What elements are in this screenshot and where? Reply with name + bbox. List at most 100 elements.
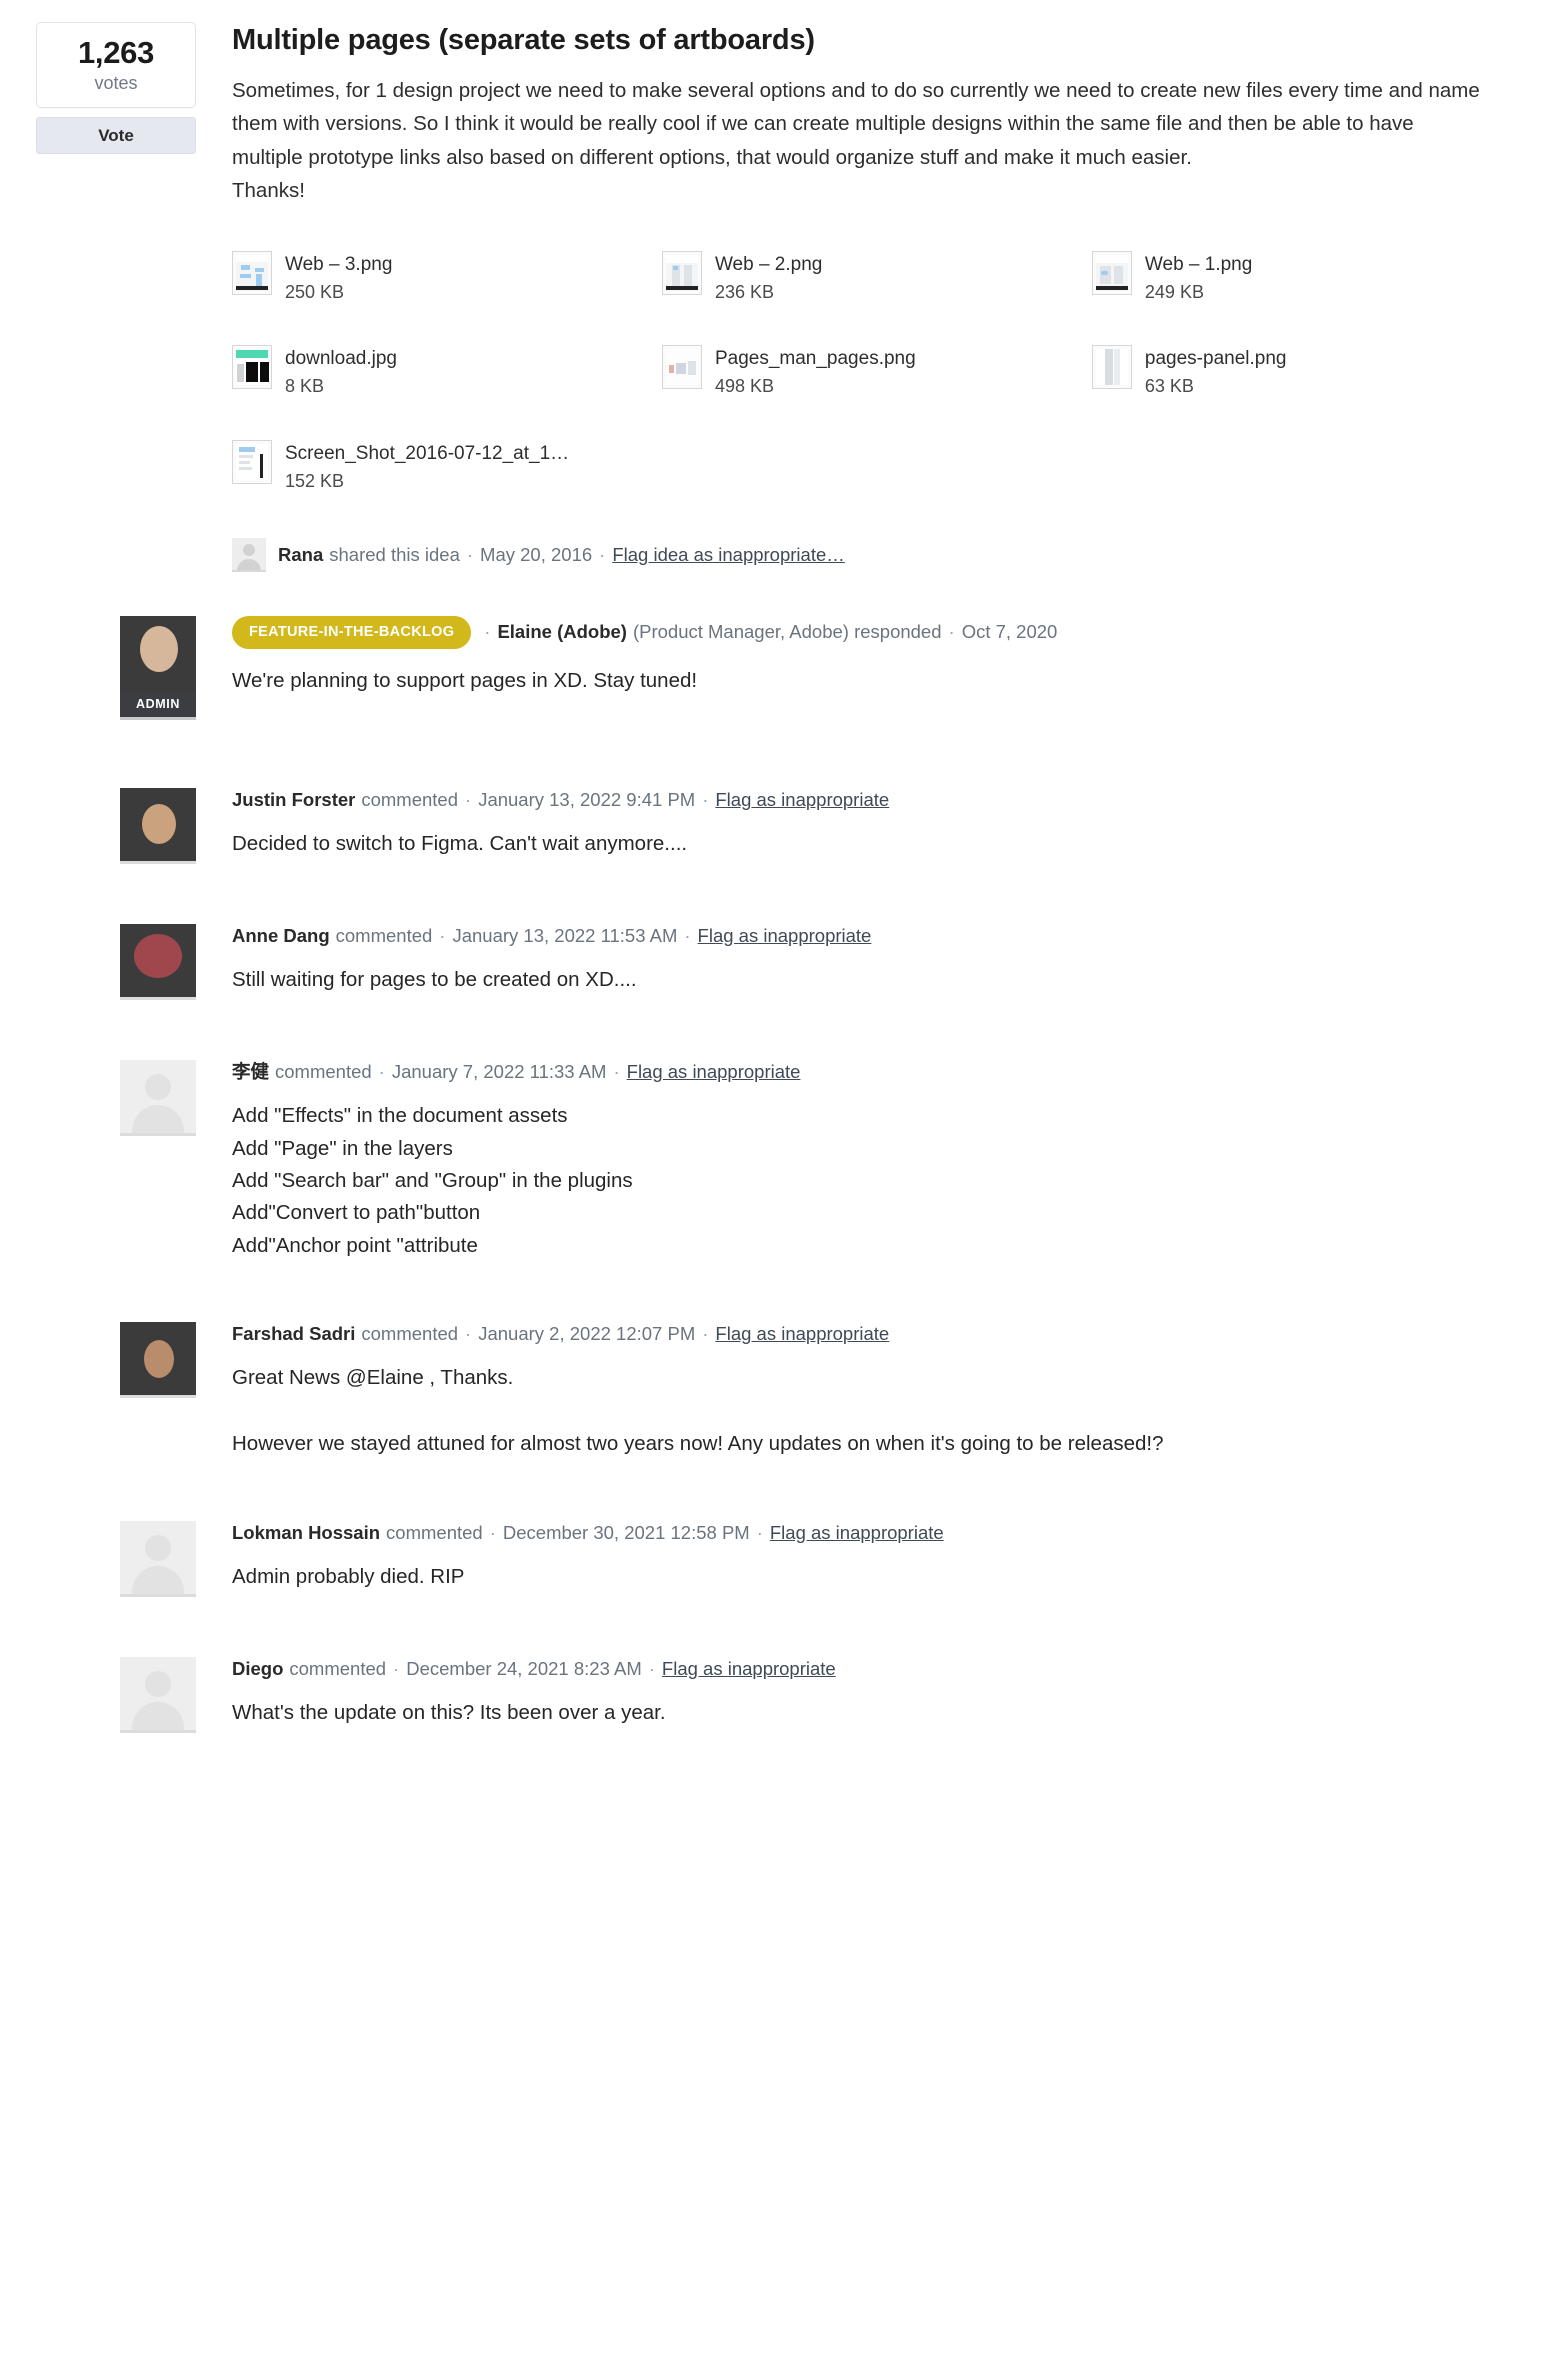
comment-author: Diego	[232, 1657, 284, 1679]
avatar	[120, 1656, 196, 1733]
comment-avatar-column	[0, 788, 232, 865]
flag-comment-link[interactable]: Flag as inappropriate	[627, 1060, 801, 1084]
attachment-name: Web – 3.png	[285, 254, 393, 276]
separator: ·	[684, 925, 691, 947]
separator: ·	[465, 1323, 472, 1345]
response-role: (Product Manager, Adobe) responded	[632, 621, 942, 643]
attachment-item[interactable]: pages-panel.png 63 KB	[1091, 345, 1522, 397]
idea-description-closing: Thanks!	[232, 178, 305, 202]
comment-date: January 13, 2022 11:53 AM	[452, 925, 678, 947]
comment-author: Farshad Sadri	[232, 1323, 356, 1345]
vote-button[interactable]: Vote	[36, 117, 196, 155]
attachment-size: 250 KB	[285, 281, 345, 302]
separator: ·	[465, 789, 472, 811]
attachment-thumbnail-web1	[1091, 251, 1132, 296]
comment-item: 李健 commented · January 7, 2022 11:33 AM …	[0, 1060, 1552, 1262]
comment-paragraph: However we stayed attuned for almost two…	[232, 1432, 1164, 1456]
comment-text: What's the update on this? Its been over…	[232, 1697, 1492, 1729]
flag-idea-link[interactable]: Flag idea as inappropriate…	[612, 544, 844, 566]
idea-detail-page: 1,263 votes Vote Multiple pages (separat…	[0, 0, 1552, 2356]
response-author: Elaine (Adobe)	[497, 621, 627, 643]
idea-description: Sometimes, for 1 design project we need …	[232, 74, 1482, 207]
attachment-item[interactable]: download.jpg 8 KB	[232, 345, 662, 397]
comment-action: commented	[361, 1323, 459, 1345]
response-paragraph: We're planning to support pages in XD. S…	[232, 668, 698, 692]
attachment-item[interactable]: Web – 3.png 250 KB	[232, 251, 662, 303]
page-title: Multiple pages (separate sets of artboar…	[232, 24, 815, 56]
separator: ·	[378, 1061, 385, 1083]
vote-count-box: 1,263 votes	[36, 22, 196, 109]
comment-paragraph: Add "Page" in the layers	[232, 1136, 453, 1160]
avatar	[232, 538, 266, 573]
comment-body: Anne Dang commented · January 13, 2022 1…	[232, 924, 1552, 996]
comment-paragraph: Admin probably died. RIP	[232, 1564, 465, 1588]
flag-comment-link[interactable]: Flag as inappropriate	[770, 1521, 944, 1545]
vote-label: votes	[94, 72, 138, 93]
separator: ·	[648, 1657, 655, 1679]
comment-text: Admin probably died. RIP	[232, 1561, 1492, 1593]
separator: ·	[466, 544, 474, 566]
comment-action: commented	[335, 925, 433, 947]
separator: ·	[439, 925, 446, 947]
comment-body: Diego commented · December 24, 2021 8:23…	[232, 1657, 1552, 1729]
attachment-name: Web – 1.png	[1144, 254, 1253, 276]
comment-paragraph: Great News @Elaine , Thanks.	[232, 1366, 514, 1390]
attachment-name: Pages_man_pages.png	[714, 348, 916, 370]
comment-date: December 24, 2021 8:23 AM	[406, 1657, 642, 1679]
admin-badge: ADMIN	[120, 692, 196, 721]
comment-author: Anne Dang	[232, 925, 330, 947]
attachment-size: 236 KB	[714, 281, 774, 302]
flag-comment-link[interactable]: Flag as inappropriate	[698, 924, 872, 948]
attachment-item[interactable]: Web – 2.png 236 KB	[661, 251, 1092, 303]
idea-description-text: Sometimes, for 1 design project we need …	[232, 79, 1480, 169]
avatar	[120, 1060, 196, 1137]
attachment-size: 63 KB	[1144, 376, 1194, 397]
separator: ·	[489, 1521, 496, 1543]
attachment-size: 498 KB	[714, 376, 774, 397]
attachment-size: 152 KB	[285, 470, 345, 491]
idea-main: Multiple pages (separate sets of artboar…	[232, 22, 1552, 573]
idea-action: shared this idea	[329, 544, 460, 566]
response-header: FEATURE-IN-THE-BACKLOG · Elaine (Adobe) …	[232, 616, 1492, 649]
comment-header: Anne Dang commented · January 13, 2022 1…	[232, 924, 1492, 948]
attachment-item[interactable]: Web – 1.png 249 KB	[1091, 251, 1522, 303]
admin-response: ADMIN FEATURE-IN-THE-BACKLOG · Elaine (A…	[0, 616, 1552, 721]
vote-column: 1,263 votes Vote	[0, 22, 232, 155]
comment-author: 李健	[232, 1061, 270, 1083]
response-date: Oct 7, 2020	[961, 621, 1058, 643]
separator: ·	[613, 1061, 620, 1083]
separator: ·	[484, 621, 491, 643]
comment-paragraph: Add "Search bar" and "Group" in the plug…	[232, 1168, 633, 1192]
comment-action: commented	[289, 1657, 387, 1679]
separator: ·	[393, 1657, 400, 1679]
attachment-item[interactable]: Screen_Shot_2016-07-12_at_1… 152 KB	[232, 439, 662, 492]
attachment-item[interactable]: Pages_man_pages.png 498 KB	[661, 345, 1092, 397]
attachment-size: 8 KB	[285, 376, 325, 397]
separator: ·	[702, 1323, 709, 1345]
comment-item: Lokman Hossain commented · December 30, …	[0, 1520, 1552, 1597]
comment-header: Lokman Hossain commented · December 30, …	[232, 1521, 1492, 1545]
comment-avatar-column	[0, 1060, 232, 1137]
comment-item: Farshad Sadri commented · January 2, 202…	[0, 1322, 1552, 1461]
comment-date: December 30, 2021 12:58 PM	[502, 1521, 750, 1543]
vote-count: 1,263	[77, 35, 155, 70]
attachment-name: pages-panel.png	[1144, 348, 1287, 370]
admin-avatar-column: ADMIN	[0, 616, 232, 721]
comment-item: Justin Forster commented · January 13, 2…	[0, 788, 1552, 865]
comment-item: Anne Dang commented · January 13, 2022 1…	[0, 924, 1552, 1001]
attachment-size: 249 KB	[1144, 281, 1204, 302]
flag-comment-link[interactable]: Flag as inappropriate	[715, 1322, 889, 1346]
response-text: We're planning to support pages in XD. S…	[232, 665, 1492, 697]
separator: ·	[756, 1521, 763, 1543]
flag-comment-link[interactable]: Flag as inappropriate	[715, 788, 889, 812]
flag-comment-link[interactable]: Flag as inappropriate	[662, 1657, 836, 1681]
attachment-thumbnail-web2	[661, 251, 702, 296]
comment-date: January 7, 2022 11:33 AM	[391, 1061, 607, 1083]
comment-paragraph: Add"Convert to path"button	[232, 1201, 481, 1225]
avatar	[120, 1520, 196, 1597]
separator: ·	[948, 621, 955, 643]
separator: ·	[702, 789, 709, 811]
attachment-thumbnail-web3	[232, 251, 272, 296]
comment-date: January 13, 2022 9:41 PM	[478, 789, 696, 811]
idea-author: Rana	[278, 544, 324, 566]
